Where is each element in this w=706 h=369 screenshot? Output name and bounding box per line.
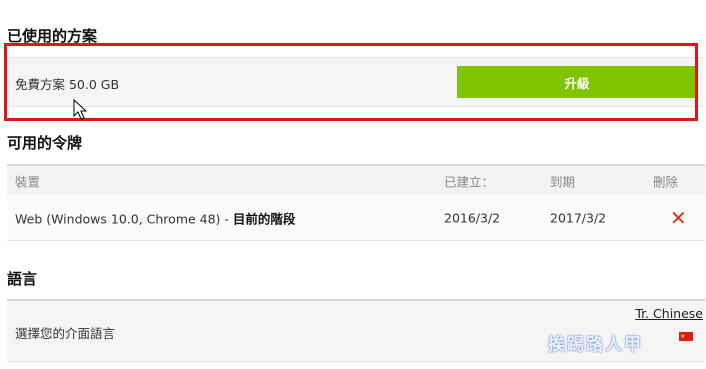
current-session-label: 目前的階段 xyxy=(232,211,296,226)
highlight-annotation xyxy=(4,43,698,121)
column-delete: 刪除 xyxy=(653,174,679,190)
token-device: Web (Windows 10.0, Chrome 48) - 目前的階段 xyxy=(15,208,295,227)
delete-x-icon[interactable]: ✕ xyxy=(670,206,687,230)
column-device: 裝置 xyxy=(15,174,41,190)
token-expires: 2017/3/2 xyxy=(550,210,607,225)
tokens-section-title: 可用的令牌 xyxy=(7,134,83,152)
watermark-text: 挨踢路人甲 xyxy=(548,335,643,355)
flag-icon: ★ xyxy=(679,332,693,341)
table-row: Web (Windows 10.0, Chrome 48) - 目前的階段 20… xyxy=(7,195,705,241)
token-device-text: Web (Windows 10.0, Chrome 48) - xyxy=(15,211,233,226)
token-created: 2016/3/2 xyxy=(444,210,501,225)
language-label: 選擇您的介面語言 xyxy=(15,326,116,341)
language-section-title: 語言 xyxy=(7,270,38,288)
tokens-table-header: 裝置 已建立： 到期 刪除 xyxy=(7,164,705,197)
column-expires: 到期 xyxy=(550,174,576,190)
column-created: 已建立： xyxy=(444,174,495,190)
mouse-pointer-icon xyxy=(73,99,88,120)
language-select-link[interactable]: Tr. Chinese xyxy=(635,306,703,321)
